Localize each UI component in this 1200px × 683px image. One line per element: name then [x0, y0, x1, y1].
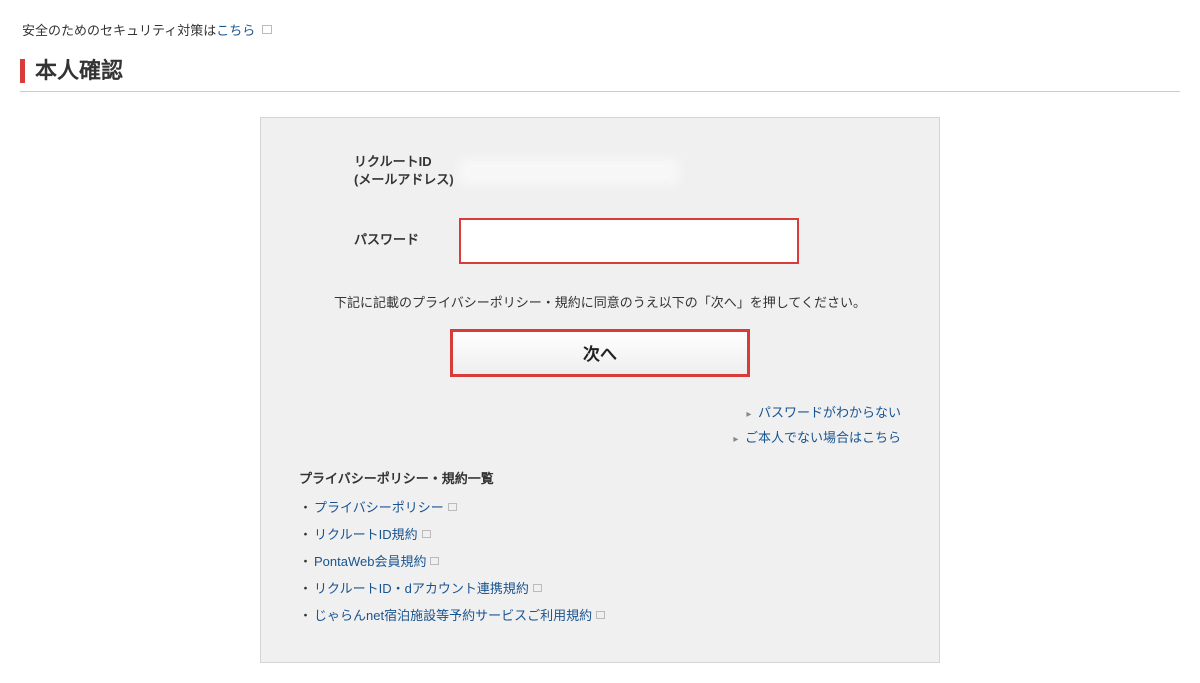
- next-button[interactable]: 次へ: [450, 329, 750, 377]
- policy-link[interactable]: じゃらんnet宿泊施設等予約サービスご利用規約: [314, 608, 592, 623]
- external-link-icon: [448, 503, 457, 511]
- password-row: パスワード: [299, 218, 901, 264]
- list-item: ・じゃらんnet宿泊施設等予約サービスご利用規約: [299, 605, 901, 624]
- help-links: ▸ パスワードがわからない ▸ ご本人でない場合はこちら: [299, 402, 901, 446]
- external-link-icon: [596, 611, 605, 619]
- identity-form-box: リクルートID (メールアドレス) xxxxxxxx パスワード 下記に記載のプ…: [260, 117, 940, 662]
- policy-title: プライバシーポリシー・規約一覧: [299, 468, 901, 487]
- policy-section: プライバシーポリシー・規約一覧 ・プライバシーポリシー ・リクルートID規約 ・…: [299, 468, 901, 624]
- external-link-icon: [430, 557, 439, 565]
- policy-link[interactable]: PontaWeb会員規約: [314, 554, 426, 569]
- security-notice: 安全のためのセキュリティ対策はこちら: [20, 20, 1180, 39]
- security-notice-link[interactable]: こちら: [216, 23, 255, 38]
- security-notice-text: 安全のためのセキュリティ対策は: [22, 23, 216, 38]
- list-item: ・リクルートID・dアカウント連携規約: [299, 578, 901, 597]
- policy-link[interactable]: プライバシーポリシー: [314, 500, 444, 515]
- recruit-id-row: リクルートID (メールアドレス) xxxxxxxx: [299, 153, 901, 189]
- instruction-text: 下記に記載のプライバシーポリシー・規約に同意のうえ以下の「次へ」を押してください…: [299, 292, 901, 311]
- caret-icon: ▸: [733, 434, 738, 445]
- forgot-password-link[interactable]: パスワードがわからない: [758, 405, 901, 420]
- submit-wrap: 次へ: [299, 329, 901, 377]
- recruit-id-value-wrap: xxxxxxxx: [459, 158, 901, 185]
- password-value-wrap: [459, 218, 901, 264]
- recruit-id-label: リクルートID (メールアドレス): [299, 153, 459, 189]
- password-input[interactable]: [459, 218, 799, 264]
- recruit-id-label-line1: リクルートID: [354, 154, 432, 169]
- policy-link[interactable]: リクルートID規約: [314, 527, 418, 542]
- not-you-link[interactable]: ご本人でない場合はこちら: [745, 430, 901, 445]
- caret-icon: ▸: [746, 409, 751, 420]
- recruit-id-value: xxxxxxxx: [459, 158, 679, 185]
- page-title: 本人確認: [20, 59, 1180, 83]
- external-link-icon: [422, 530, 431, 538]
- recruit-id-label-line2: (メールアドレス): [354, 172, 454, 187]
- password-label: パスワード: [299, 231, 459, 249]
- external-link-icon: [262, 25, 272, 34]
- list-item: ・プライバシーポリシー: [299, 497, 901, 516]
- external-link-icon: [533, 584, 542, 592]
- list-item: ・PontaWeb会員規約: [299, 551, 901, 570]
- policy-link[interactable]: リクルートID・dアカウント連携規約: [314, 581, 529, 596]
- list-item: ・リクルートID規約: [299, 524, 901, 543]
- page-title-row: 本人確認: [20, 59, 1180, 92]
- policy-list: ・プライバシーポリシー ・リクルートID規約 ・PontaWeb会員規約 ・リク…: [299, 497, 901, 624]
